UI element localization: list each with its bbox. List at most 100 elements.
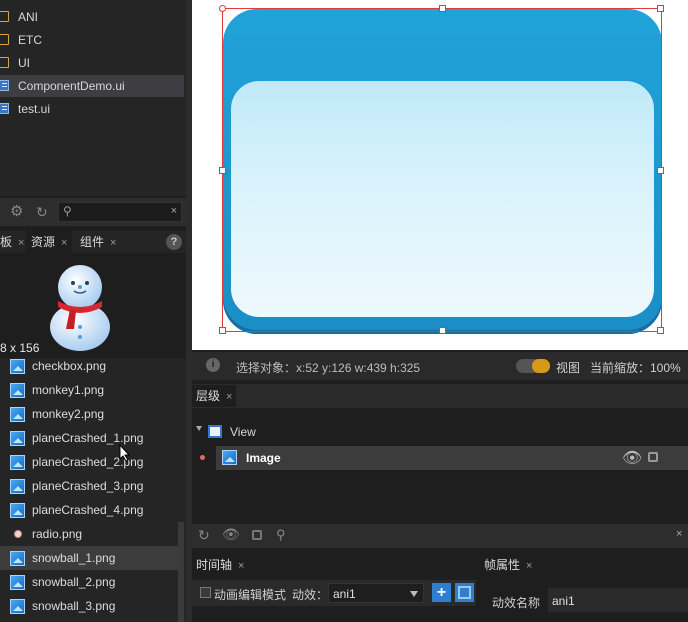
image-icon <box>10 479 25 494</box>
search-input[interactable]: ⚲ × <box>58 202 182 222</box>
close-icon[interactable]: × <box>110 237 116 249</box>
resource-preview: 8 x 156 <box>0 253 186 357</box>
anim-name-value: ani1 <box>552 594 575 608</box>
tab-frame-props[interactable]: 帧属性 × <box>484 554 532 576</box>
folder-icon <box>0 11 9 22</box>
eye-icon[interactable]: 👁 <box>222 526 240 543</box>
anim-name-field[interactable]: ani1 <box>548 588 688 612</box>
resize-handle[interactable] <box>657 327 664 334</box>
frame-props-panel: 帧属性 × 动效名称 ani1 <box>480 552 688 622</box>
copy-anim-button[interactable] <box>455 583 474 602</box>
list-item[interactable]: snowball_2.png <box>0 570 178 594</box>
close-icon[interactable]: × <box>226 391 232 403</box>
image-icon <box>222 450 237 465</box>
close-icon[interactable]: × <box>238 560 244 572</box>
list-item[interactable]: radio.png <box>0 522 178 546</box>
tab-label: 资源 <box>31 235 56 249</box>
tree-item-ui[interactable]: UI <box>0 52 184 74</box>
list-item[interactable]: planeCrashed_1.png <box>0 426 178 450</box>
tree-item-test[interactable]: test.ui <box>0 98 184 120</box>
layer-root-label[interactable]: View <box>230 425 256 439</box>
resize-handle[interactable] <box>439 5 446 12</box>
list-item[interactable]: planeCrashed_3.png <box>0 474 178 498</box>
close-icon[interactable]: × <box>61 237 67 249</box>
list-item[interactable]: checkbox.png <box>0 358 178 378</box>
ui-file-icon <box>0 80 9 91</box>
tab-panel[interactable]: 板 × <box>0 231 24 253</box>
view-toggle[interactable] <box>516 359 550 373</box>
image-icon <box>10 431 25 446</box>
tab-label: 时间轴 <box>196 558 233 572</box>
search-icon[interactable]: ⚲ <box>276 527 286 543</box>
anim-select[interactable]: ani1 <box>328 583 424 603</box>
list-item-label: planeCrashed_3.png <box>32 479 144 493</box>
resize-handle[interactable] <box>439 327 446 334</box>
tree-item-ani[interactable]: ANI <box>0 6 184 28</box>
eye-icon[interactable]: 👁 <box>622 448 642 468</box>
project-tree: ANI ETC UI ComponentDemo.ui test.ui <box>0 0 186 196</box>
toggle-knob <box>532 359 550 373</box>
tree-item-componentdemo[interactable]: ComponentDemo.ui <box>0 75 184 97</box>
tree-item-label: UI <box>18 56 30 70</box>
list-item[interactable]: monkey2.png <box>0 402 178 426</box>
resize-handle[interactable] <box>219 5 226 12</box>
gear-icon[interactable]: ⚙ <box>10 204 26 220</box>
list-item[interactable]: monkey1.png <box>0 378 178 402</box>
tab-label: 组件 <box>80 235 105 249</box>
resize-handle[interactable] <box>219 327 226 334</box>
list-item[interactable]: snowball_1.png <box>0 546 178 570</box>
view-label: 视图 <box>556 361 581 375</box>
selection-box[interactable] <box>219 5 664 334</box>
image-icon <box>10 359 25 374</box>
tab-layers[interactable]: 层级 × <box>192 385 237 407</box>
tab-components[interactable]: 组件 × <box>80 231 116 253</box>
list-item-label: planeCrashed_4.png <box>32 503 144 517</box>
list-item[interactable]: snowball_3.png <box>0 594 178 618</box>
layer-marker-icon <box>200 455 205 460</box>
expand-arrow-icon[interactable] <box>196 426 202 431</box>
tab-label: 板 <box>0 235 13 249</box>
image-icon <box>10 575 25 590</box>
folder-icon <box>0 34 9 45</box>
anim-mode-checkbox[interactable] <box>200 587 211 598</box>
list-item[interactable]: planeCrashed_4.png <box>0 498 178 522</box>
search-clear-icon[interactable]: × <box>171 205 177 217</box>
list-item-label: monkey1.png <box>32 383 105 397</box>
anim-label: 动效： <box>292 588 329 602</box>
design-canvas[interactable] <box>192 0 688 350</box>
anim-select-value: ani1 <box>333 587 356 601</box>
scrollbar[interactable] <box>178 522 184 622</box>
resize-handle[interactable] <box>657 5 664 12</box>
left-toolbar: ⚙ ↻ ⚲ × <box>0 198 186 226</box>
view-node-icon <box>208 425 222 438</box>
list-item[interactable]: planeCrashed_2.png <box>0 450 178 474</box>
tab-timeline[interactable]: 时间轴 × <box>196 554 244 576</box>
image-icon <box>10 503 25 518</box>
lock-icon[interactable] <box>648 452 658 462</box>
tree-item-etc[interactable]: ETC <box>0 29 184 51</box>
search-icon: ⚲ <box>63 204 72 218</box>
refresh-icon[interactable]: ↻ <box>198 527 210 544</box>
refresh-icon[interactable]: ↻ <box>36 204 52 220</box>
layers-tabbar: 层级 × <box>192 384 688 408</box>
add-anim-button[interactable]: + <box>432 583 451 602</box>
tab-label: 帧属性 <box>484 558 521 572</box>
close-icon[interactable]: × <box>18 237 24 249</box>
help-icon[interactable]: ? <box>166 234 182 250</box>
close-icon[interactable]: × <box>676 528 682 540</box>
tab-resources[interactable]: 资源 × <box>26 231 73 253</box>
anim-name-label: 动效名称 <box>492 596 541 610</box>
tree-item-label: test.ui <box>18 102 51 116</box>
resource-list: checkbox.png monkey1.png monkey2.png pla… <box>0 358 186 622</box>
snowman-image <box>50 265 110 351</box>
lock-icon[interactable] <box>252 530 262 540</box>
image-icon <box>10 551 25 566</box>
close-icon[interactable]: × <box>526 560 532 572</box>
tree-item-label: ComponentDemo.ui <box>18 79 125 93</box>
resize-handle[interactable] <box>219 167 226 174</box>
list-item-label: checkbox.png <box>32 359 107 373</box>
resize-handle[interactable] <box>657 167 664 174</box>
preview-dimensions: 8 x 156 <box>0 341 40 355</box>
layers-tree: View Image 👁 <box>192 408 688 520</box>
layer-item-image[interactable]: Image 👁 <box>216 446 688 470</box>
